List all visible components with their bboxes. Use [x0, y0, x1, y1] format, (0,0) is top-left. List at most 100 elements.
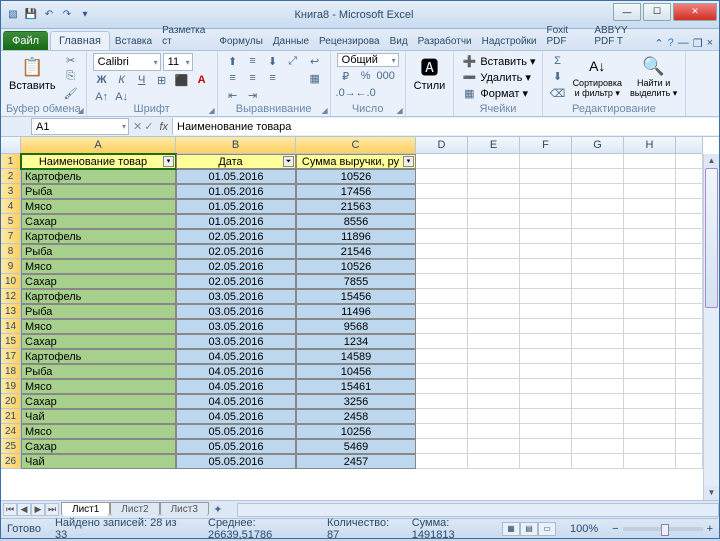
empty-cell[interactable]	[624, 274, 676, 289]
zoom-level[interactable]: 100%	[570, 523, 598, 535]
zoom-slider[interactable]	[623, 527, 703, 531]
empty-cell[interactable]	[468, 244, 520, 259]
row-header-14[interactable]: 14	[1, 319, 21, 334]
empty-cell[interactable]	[416, 394, 468, 409]
row-header-10[interactable]: 10	[1, 274, 21, 289]
cell-B19[interactable]: 04.05.2016	[176, 379, 296, 394]
empty-cell[interactable]	[520, 379, 572, 394]
col-header-E[interactable]: E	[468, 137, 520, 154]
empty-cell[interactable]	[468, 259, 520, 274]
empty-cell[interactable]	[416, 229, 468, 244]
empty-cell[interactable]	[572, 199, 624, 214]
empty-cell[interactable]	[520, 349, 572, 364]
empty-cell[interactable]	[416, 454, 468, 469]
row-header-8[interactable]: 8	[1, 244, 21, 259]
empty-cell[interactable]	[416, 379, 468, 394]
col-header-F[interactable]: F	[520, 137, 572, 154]
empty-cell[interactable]	[468, 184, 520, 199]
empty-cell[interactable]	[676, 334, 703, 349]
empty-cell[interactable]	[468, 424, 520, 439]
empty-cell[interactable]	[572, 454, 624, 469]
cell-B10[interactable]: 02.05.2016	[176, 274, 296, 289]
empty-cell[interactable]	[676, 424, 703, 439]
empty-cell[interactable]	[520, 334, 572, 349]
empty-cell[interactable]	[520, 364, 572, 379]
empty-cell[interactable]	[572, 439, 624, 454]
tab-layout[interactable]: Разметка ст	[157, 21, 214, 50]
wrap-text-button[interactable]: ↩	[306, 53, 324, 69]
cell-A5[interactable]: Сахар	[21, 214, 176, 229]
empty-cell[interactable]	[416, 244, 468, 259]
merge-button[interactable]: ▦	[306, 70, 324, 86]
increase-decimal-button[interactable]: .0→	[337, 85, 355, 101]
tab-abbyy[interactable]: ABBYY PDF T	[589, 21, 654, 50]
clipboard-dialog-icon[interactable]: ◢	[77, 106, 83, 115]
row-header-9[interactable]: 9	[1, 259, 21, 274]
empty-cell[interactable]	[624, 319, 676, 334]
cell-C15[interactable]: 1234	[296, 334, 416, 349]
sheet-tab-1[interactable]: Лист1	[61, 502, 110, 516]
empty-cell[interactable]	[416, 214, 468, 229]
empty-cell[interactable]	[520, 244, 572, 259]
empty-cell[interactable]	[572, 229, 624, 244]
empty-cell[interactable]	[624, 364, 676, 379]
sheet-tab-3[interactable]: Лист3	[160, 502, 209, 516]
empty-cell[interactable]	[416, 319, 468, 334]
row-header-7[interactable]: 7	[1, 229, 21, 244]
empty-cell[interactable]	[624, 154, 676, 169]
cell-A4[interactable]: Мясо	[21, 199, 176, 214]
empty-cell[interactable]	[468, 274, 520, 289]
name-box[interactable]: A1	[31, 118, 129, 135]
empty-cell[interactable]	[520, 199, 572, 214]
cell-B25[interactable]: 05.05.2016	[176, 439, 296, 454]
empty-cell[interactable]	[468, 334, 520, 349]
minimize-button[interactable]: —	[613, 3, 641, 21]
orientation-button[interactable]: ⤢	[284, 53, 302, 69]
cell-B9[interactable]: 02.05.2016	[176, 259, 296, 274]
cell-C17[interactable]: 14589	[296, 349, 416, 364]
empty-cell[interactable]	[624, 409, 676, 424]
empty-cell[interactable]	[520, 394, 572, 409]
empty-cell[interactable]	[572, 394, 624, 409]
format-painter-icon[interactable]: 🖌	[62, 86, 80, 101]
cell-B20[interactable]: 04.05.2016	[176, 394, 296, 409]
empty-cell[interactable]	[624, 394, 676, 409]
view-layout-icon[interactable]: ▤	[520, 522, 538, 536]
row-header-26[interactable]: 26	[1, 454, 21, 469]
maximize-button[interactable]: ☐	[643, 3, 671, 21]
align-top-button[interactable]: ⬆	[224, 53, 242, 69]
filter-icon[interactable]: ▾	[163, 156, 174, 167]
window-restore-icon[interactable]: ❐	[693, 37, 703, 50]
empty-cell[interactable]	[572, 169, 624, 184]
vertical-scrollbar[interactable]: ▲ ▼	[703, 154, 719, 500]
empty-cell[interactable]	[624, 184, 676, 199]
empty-cell[interactable]	[416, 364, 468, 379]
empty-cell[interactable]	[468, 214, 520, 229]
cell-B3[interactable]: 01.05.2016	[176, 184, 296, 199]
empty-cell[interactable]	[572, 424, 624, 439]
cell-C1[interactable]: Сумма выручки, ру▾	[296, 154, 416, 169]
empty-cell[interactable]	[416, 289, 468, 304]
paste-button[interactable]: 📋 Вставить	[7, 53, 58, 101]
empty-cell[interactable]	[624, 304, 676, 319]
empty-cell[interactable]	[572, 334, 624, 349]
empty-cell[interactable]	[520, 259, 572, 274]
cell-B13[interactable]: 03.05.2016	[176, 304, 296, 319]
empty-cell[interactable]	[520, 214, 572, 229]
empty-cell[interactable]	[676, 379, 703, 394]
empty-cell[interactable]	[624, 214, 676, 229]
empty-cell[interactable]	[520, 289, 572, 304]
tab-foxit[interactable]: Foxit PDF	[542, 21, 590, 50]
row-header-24[interactable]: 24	[1, 424, 21, 439]
empty-cell[interactable]	[468, 364, 520, 379]
empty-cell[interactable]	[468, 229, 520, 244]
tab-data[interactable]: Данные	[268, 32, 314, 50]
copy-icon[interactable]: ⎘	[62, 69, 80, 84]
col-header-D[interactable]: D	[416, 137, 468, 154]
align-bottom-button[interactable]: ⬇	[264, 53, 282, 69]
autosum-button[interactable]: Σ	[549, 53, 567, 68]
cell-C19[interactable]: 15461	[296, 379, 416, 394]
scroll-up-icon[interactable]: ▲	[704, 154, 719, 168]
cell-B1[interactable]: Дата⏷	[176, 154, 296, 169]
cell-C4[interactable]: 21563	[296, 199, 416, 214]
